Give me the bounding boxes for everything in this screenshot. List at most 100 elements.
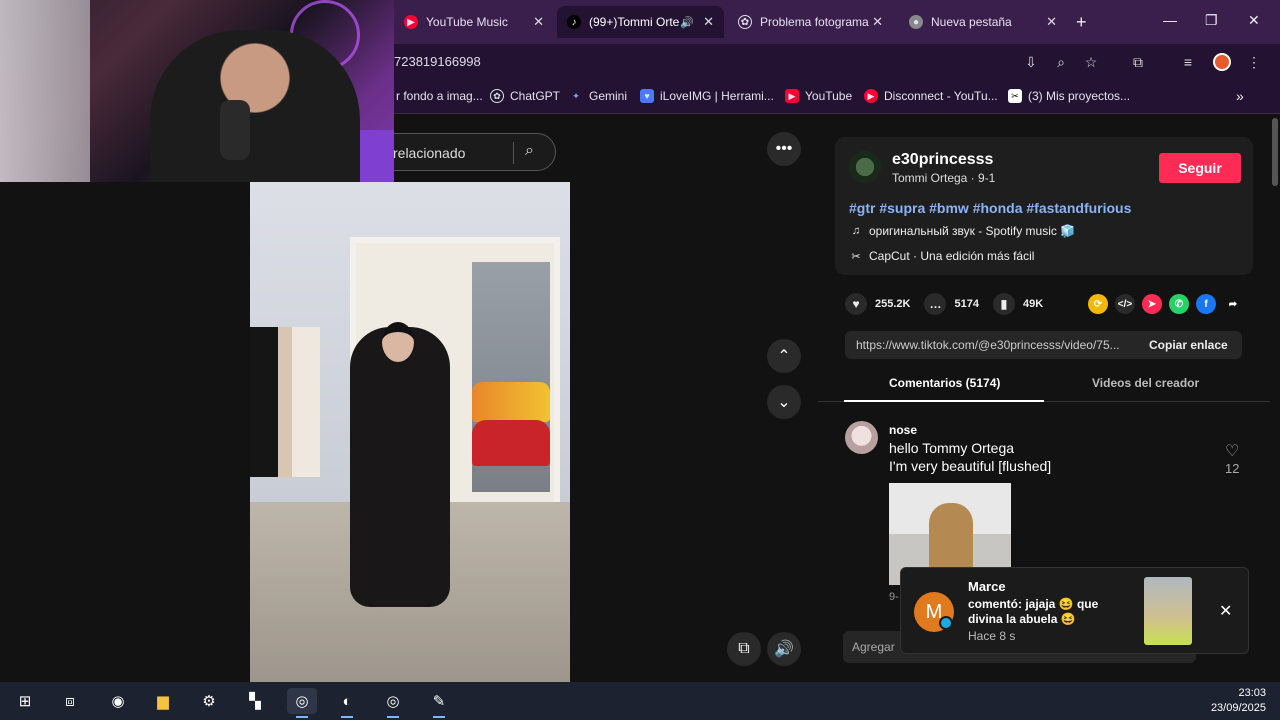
chrome-icon: ● bbox=[909, 15, 923, 29]
add-comment-placeholder: Agregar bbox=[852, 640, 895, 654]
terminal-icon[interactable]: ▚ bbox=[240, 688, 270, 714]
scrollbar-thumb[interactable] bbox=[1272, 118, 1278, 186]
capcut-link[interactable]: ✂ CapCut · Una edición más fácil bbox=[849, 249, 1034, 263]
close-window-icon[interactable]: ✕ bbox=[1248, 12, 1260, 29]
hashtags[interactable]: #gtr #supra #bmw #honda #fastandfurious bbox=[849, 200, 1131, 216]
embed-icon[interactable]: </> bbox=[1115, 294, 1135, 314]
menu-icon[interactable]: ⋮ bbox=[1244, 52, 1264, 72]
copy-link-button[interactable]: Copiar enlace bbox=[1149, 338, 1228, 352]
youtube-music-icon: ▶ bbox=[404, 15, 418, 29]
clock[interactable]: 23:03 23/09/2025 bbox=[1206, 686, 1266, 716]
minimize-icon[interactable]: — bbox=[1163, 12, 1177, 28]
music-link[interactable]: ♫ оригинальный звук - Spotify music 🧊 bbox=[849, 224, 1075, 238]
chatgpt-icon: ✿ bbox=[738, 15, 752, 29]
follow-button[interactable]: Seguir bbox=[1159, 153, 1241, 183]
url-field[interactable]: 723819166998 bbox=[394, 54, 481, 69]
capcut-icon: ✂ bbox=[1008, 89, 1022, 103]
share-icon[interactable]: ➦ bbox=[1223, 294, 1243, 314]
notification-time: Hace 8 s bbox=[968, 629, 1016, 643]
next-video-button[interactable]: ⌄ bbox=[767, 385, 801, 419]
previous-video-button[interactable]: ⌃ bbox=[767, 339, 801, 373]
chrome-icon[interactable]: ◎ bbox=[287, 688, 317, 718]
comment-like-count: 12 bbox=[1225, 461, 1240, 476]
tab-problema-fotograma[interactable]: ✿ Problema fotograma ✕ bbox=[728, 6, 893, 38]
close-tab-icon[interactable]: ✕ bbox=[1046, 14, 1057, 30]
comment-badge-icon bbox=[939, 616, 953, 630]
video-frame bbox=[472, 382, 550, 422]
close-tab-icon[interactable]: ✕ bbox=[872, 14, 883, 30]
tab-creator-videos[interactable]: Videos del creador bbox=[1092, 376, 1199, 390]
new-tab-button[interactable]: + bbox=[1076, 12, 1087, 33]
author-nickname: Tommi Ortega · 9-1 bbox=[892, 171, 996, 185]
bookmark-item-disconnect[interactable]: ▶ Disconnect - YouTu... bbox=[864, 89, 998, 103]
star-icon[interactable]: ☆ bbox=[1081, 52, 1101, 72]
comment-icon: … bbox=[924, 293, 947, 315]
commenter-avatar[interactable] bbox=[845, 421, 878, 454]
notification-name: Marce bbox=[968, 579, 1006, 594]
comment-like-icon[interactable]: ♡ bbox=[1225, 441, 1239, 461]
facebook-icon[interactable]: f bbox=[1196, 294, 1216, 314]
webcam-frame bbox=[0, 0, 90, 182]
screen: ▶ YouTube Music ✕ ♪ (99+)Tommi Orte 🔊 ✕ … bbox=[0, 0, 1280, 720]
send-icon[interactable]: ➤ bbox=[1142, 294, 1162, 314]
bookmark-item-ilovimg[interactable]: ♥ iLoveIMG | Herrami... bbox=[640, 89, 774, 103]
like-button[interactable]: ♥ 255.2K bbox=[845, 293, 910, 315]
bookmark-item-capcut[interactable]: ✂ (3) Mis proyectos... bbox=[1008, 89, 1130, 103]
comment-text-line1: hello Tommy Ortega bbox=[889, 440, 1015, 456]
like-count: 255.2K bbox=[875, 298, 911, 310]
bookmark-item-youtube[interactable]: ▶ YouTube bbox=[785, 89, 852, 103]
more-options-button[interactable]: ••• bbox=[767, 132, 801, 166]
restore-icon[interactable]: ❐ bbox=[1205, 12, 1218, 29]
tab-comments[interactable]: Comentarios (5174) bbox=[889, 376, 1000, 390]
tab-nueva-pestana[interactable]: ● Nueva pestaña ✕ bbox=[899, 6, 1067, 38]
save-button[interactable]: ▮ 49K bbox=[992, 293, 1044, 315]
author-username[interactable]: e30princesss bbox=[892, 151, 993, 169]
clock-date: 23/09/2025 bbox=[1210, 702, 1266, 714]
speaker-icon[interactable]: 🔊 bbox=[680, 16, 694, 29]
scrollbar[interactable] bbox=[1270, 115, 1280, 682]
tab-label: Nueva pestaña bbox=[931, 15, 1012, 29]
ilovimg-icon: ♥ bbox=[640, 89, 654, 103]
comment-text-line2: I'm very beautiful [flushed] bbox=[889, 458, 1052, 474]
stats-bar: ♥ 255.2K … 5174 ▮ 49K bbox=[845, 292, 1057, 316]
file-explorer-icon[interactable]: ▆ bbox=[148, 688, 178, 714]
whatsapp-icon[interactable]: ✆ bbox=[1169, 294, 1189, 314]
chrome-app-icon[interactable]: ◎ bbox=[378, 688, 408, 718]
task-view-icon[interactable]: ⧈ bbox=[55, 688, 85, 714]
heart-icon: ♥ bbox=[845, 293, 867, 315]
search-icon[interactable]: ⌕ bbox=[525, 142, 534, 160]
profile-avatar[interactable] bbox=[1213, 53, 1231, 71]
search-text: relacionado bbox=[393, 145, 466, 161]
start-button[interactable]: ⊞ bbox=[10, 688, 40, 714]
install-app-icon[interactable]: ⇩ bbox=[1021, 52, 1041, 72]
pip-button[interactable]: ⧉ bbox=[727, 632, 761, 666]
tab-tiktok[interactable]: ♪ (99+)Tommi Orte 🔊 ✕ bbox=[557, 6, 724, 38]
obs-icon[interactable]: ◐ bbox=[332, 688, 362, 718]
notification-toast[interactable]: M Marce comentó: jajaja 😆 que divina la … bbox=[900, 567, 1249, 654]
bookmark-icon: ▮ bbox=[992, 293, 1015, 315]
video-url[interactable]: https://www.tiktok.com/@e30princesss/vid… bbox=[856, 338, 1120, 352]
save-count: 49K bbox=[1022, 298, 1044, 310]
author-avatar[interactable] bbox=[849, 151, 881, 183]
zoom-icon[interactable]: ⌕ bbox=[1051, 52, 1071, 72]
volume-button[interactable]: 🔊 bbox=[767, 632, 801, 666]
app-icon[interactable]: ✎ bbox=[424, 688, 454, 718]
bookmark-item-chatgpt[interactable]: ✿ ChatGPT bbox=[490, 89, 560, 103]
commenter-name[interactable]: nose bbox=[889, 423, 917, 437]
media-control-icon[interactable]: ≡ bbox=[1178, 52, 1198, 72]
bookmarks-overflow-icon[interactable]: » bbox=[1236, 88, 1244, 104]
bookmark-item[interactable]: r fondo a imag... bbox=[396, 89, 483, 103]
yandex-icon[interactable]: ◉ bbox=[103, 688, 133, 714]
comment-button[interactable]: … 5174 bbox=[924, 293, 979, 315]
steam-icon[interactable]: ⚙ bbox=[194, 688, 224, 714]
bookmark-item-gemini[interactable]: ✦ Gemini bbox=[569, 89, 627, 103]
extensions-icon[interactable]: ⧉ bbox=[1128, 52, 1148, 72]
bookmark-label: iLoveIMG | Herrami... bbox=[660, 89, 774, 103]
video-player[interactable] bbox=[250, 182, 570, 682]
tab-youtube-music[interactable]: ▶ YouTube Music ✕ bbox=[394, 6, 554, 38]
repost-icon[interactable]: ⟳ bbox=[1088, 294, 1108, 314]
close-icon[interactable]: ✕ bbox=[1219, 601, 1232, 621]
close-tab-icon[interactable]: ✕ bbox=[533, 14, 544, 30]
comments-tabs: Comentarios (5174) Videos del creador bbox=[818, 368, 1280, 402]
close-tab-icon[interactable]: ✕ bbox=[703, 14, 714, 30]
